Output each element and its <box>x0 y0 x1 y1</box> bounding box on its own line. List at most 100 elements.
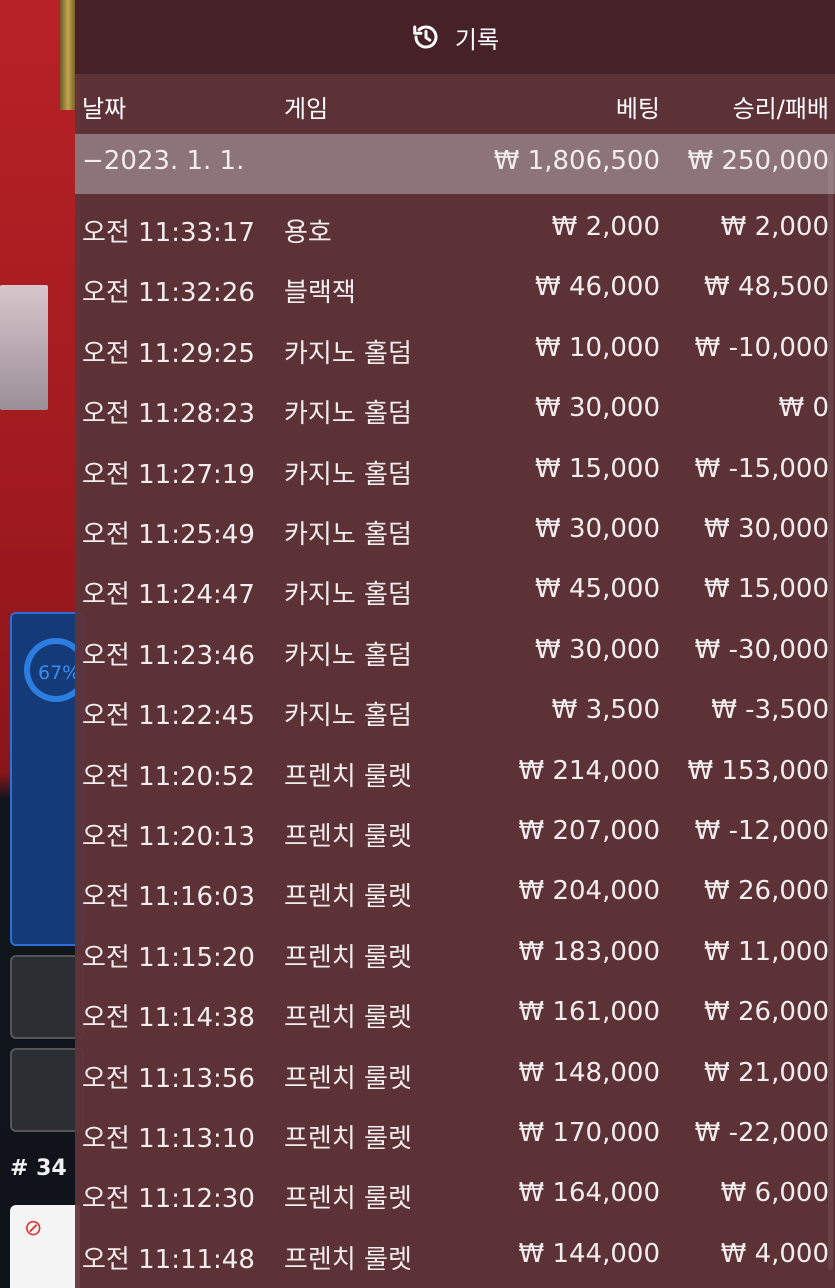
row-result: ₩ 26,000 <box>704 876 829 907</box>
row-bet: ₩ 170,000 <box>518 1118 661 1148</box>
history-row[interactable]: 오전 11:33:17 용호 ₩ 2,000 ₩ 2,000 <box>75 200 835 260</box>
row-game: 블랙잭 <box>284 278 356 309</box>
history-row[interactable]: 오전 11:20:52 프렌치 룰렛 ₩ 214,000 ₩ 153,000 <box>75 744 835 804</box>
row-time: 오전 11:12:30 <box>82 1184 255 1215</box>
history-row[interactable]: 오전 11:29:25 카지노 홀덤 ₩ 10,000 ₩ -10,000 <box>75 321 835 381</box>
history-icon <box>411 22 441 52</box>
row-game: 프렌치 룰렛 <box>284 1124 412 1154</box>
row-bet: ₩ 30,000 <box>535 393 660 424</box>
roadmap-board[interactable] <box>10 1205 80 1288</box>
row-result: ₩ 15,000 <box>704 574 829 605</box>
row-game: 프렌치 룰렛 <box>284 822 412 852</box>
row-result: ₩ -3,500 <box>711 695 829 726</box>
row-time: 오전 11:27:19 <box>82 459 255 490</box>
column-date: 날짜 <box>82 95 127 123</box>
column-game: 게임 <box>284 95 329 123</box>
row-bet: ₩ 30,000 <box>535 514 660 544</box>
row-result: ₩ 30,000 <box>704 514 829 544</box>
row-game: 카지노 홀덤 <box>284 399 412 430</box>
row-bet: ₩ 204,000 <box>518 876 661 907</box>
row-result: ₩ -22,000 <box>694 1118 829 1148</box>
row-game: 프렌치 룰렛 <box>284 882 412 913</box>
history-row[interactable]: 오전 11:28:23 카지노 홀덤 ₩ 30,000 ₩ 0 <box>75 381 835 441</box>
row-bet: ₩ 46,000 <box>535 272 660 303</box>
row-result: ₩ 153,000 <box>687 755 830 786</box>
row-result: ₩ 26,000 <box>704 997 829 1028</box>
history-row[interactable]: 오전 11:24:47 카지노 홀덤 ₩ 45,000 ₩ 15,000 <box>75 562 835 622</box>
row-result: ₩ 11,000 <box>704 936 829 967</box>
round-number: # 34 <box>10 1156 67 1181</box>
side-button-2[interactable] <box>10 1048 84 1132</box>
history-row[interactable]: 오전 11:13:10 프렌치 룰렛 ₩ 170,000 ₩ -22,000 <box>75 1106 835 1166</box>
history-row[interactable]: 오전 11:11:48 프렌치 룰렛 ₩ 144,000 ₩ 4,000 <box>75 1227 835 1287</box>
row-result: ₩ 21,000 <box>704 1057 829 1088</box>
chip-tray <box>0 285 48 410</box>
row-result: ₩ 2,000 <box>720 212 829 242</box>
history-row[interactable]: 오전 11:16:03 프렌치 룰렛 ₩ 204,000 ₩ 26,000 <box>75 864 835 924</box>
history-row[interactable]: 오전 11:27:19 카지노 홀덤 ₩ 15,000 ₩ -15,000 <box>75 442 835 502</box>
history-row[interactable]: 오전 11:25:49 카지노 홀덤 ₩ 30,000 ₩ 30,000 <box>75 502 835 562</box>
row-game: 카지노 홀덤 <box>284 701 412 732</box>
history-row[interactable]: 오전 11:32:26 블랙잭 ₩ 46,000 ₩ 48,500 <box>75 260 835 320</box>
row-time: 오전 11:15:20 <box>82 942 255 973</box>
scrollbar[interactable] <box>828 150 833 1270</box>
row-time: 오전 11:13:56 <box>82 1063 255 1094</box>
side-button-1[interactable] <box>10 955 84 1039</box>
row-game: 프렌치 룰렛 <box>284 1063 412 1094</box>
row-bet: ₩ 45,000 <box>535 574 660 605</box>
row-bet: ₩ 3,500 <box>551 695 660 726</box>
row-time: 오전 11:11:48 <box>82 1244 255 1275</box>
row-time: 오전 11:23:46 <box>82 640 255 671</box>
date-summary-row[interactable]: −2023. 1. 1. ₩ 1,806,500 ₩ 250,000 <box>75 134 835 194</box>
row-result: ₩ -10,000 <box>694 332 829 363</box>
row-bet: ₩ 164,000 <box>518 1178 661 1209</box>
row-bet: ₩ 144,000 <box>518 1238 661 1269</box>
row-time: 오전 11:25:49 <box>82 520 255 550</box>
history-row[interactable]: 오전 11:13:56 프렌치 룰렛 ₩ 148,000 ₩ 21,000 <box>75 1046 835 1106</box>
row-bet: ₩ 207,000 <box>518 816 661 846</box>
row-time: 오전 11:33:17 <box>82 218 255 248</box>
row-game: 프렌치 룰렛 <box>284 1244 412 1275</box>
history-row[interactable]: 오전 11:23:46 카지노 홀덤 ₩ 30,000 ₩ -30,000 <box>75 623 835 683</box>
history-row[interactable]: 오전 11:22:45 카지노 홀덤 ₩ 3,500 ₩ -3,500 <box>75 683 835 743</box>
row-game: 카지노 홀덤 <box>284 459 412 490</box>
history-row[interactable]: 오전 11:12:30 프렌치 룰렛 ₩ 164,000 ₩ 6,000 <box>75 1166 835 1226</box>
history-row[interactable]: 오전 11:15:20 프렌치 룰렛 ₩ 183,000 ₩ 11,000 <box>75 925 835 985</box>
row-time: 오전 11:24:47 <box>82 580 255 611</box>
row-game: 프렌치 룰렛 <box>284 1003 412 1034</box>
row-result: ₩ -12,000 <box>694 816 829 846</box>
summary-bet: ₩ 1,806,500 <box>493 146 660 176</box>
row-result: ₩ -15,000 <box>694 453 829 484</box>
row-time: 오전 11:13:10 <box>82 1124 255 1154</box>
row-bet: ₩ 214,000 <box>518 755 661 786</box>
history-panel: 기록 날짜 게임 베팅 승리/패배 −2023. 1. 1. ₩ 1,806,5… <box>75 0 835 1288</box>
row-time: 오전 11:22:45 <box>82 701 255 732</box>
row-game: 카지노 홀덤 <box>284 338 412 369</box>
row-game: 카지노 홀덤 <box>284 580 412 611</box>
column-header-row: 날짜 게임 베팅 승리/패배 <box>75 74 835 134</box>
row-time: 오전 11:14:38 <box>82 1003 255 1034</box>
row-game: 카지노 홀덤 <box>284 640 412 671</box>
summary-date: −2023. 1. 1. <box>82 146 245 176</box>
history-header: 기록 <box>75 0 835 74</box>
row-bet: ₩ 15,000 <box>535 453 660 484</box>
row-bet: ₩ 10,000 <box>535 332 660 363</box>
row-game: 용호 <box>284 218 332 248</box>
row-bet: ₩ 183,000 <box>518 936 661 967</box>
column-result: 승리/패배 <box>732 95 829 123</box>
row-time: 오전 11:32:26 <box>82 278 255 309</box>
row-game: 프렌치 룰렛 <box>284 942 412 973</box>
roadmap-symbol-icon: ⊘ <box>24 1216 43 1241</box>
row-game: 카지노 홀덤 <box>284 520 412 550</box>
row-result: ₩ 6,000 <box>720 1178 829 1209</box>
row-time: 오전 11:20:13 <box>82 822 255 852</box>
row-result: ₩ 48,500 <box>704 272 829 303</box>
row-time: 오전 11:29:25 <box>82 338 255 369</box>
history-row[interactable]: 오전 11:14:38 프렌치 룰렛 ₩ 161,000 ₩ 26,000 <box>75 985 835 1045</box>
summary-result: ₩ 250,000 <box>687 146 830 176</box>
stat-percent: 67% <box>38 662 81 684</box>
row-time: 오전 11:28:23 <box>82 399 255 430</box>
history-row[interactable]: 오전 11:20:13 프렌치 룰렛 ₩ 207,000 ₩ -12,000 <box>75 804 835 864</box>
history-title-group: 기록 <box>411 20 499 55</box>
row-bet: ₩ 148,000 <box>518 1057 661 1088</box>
